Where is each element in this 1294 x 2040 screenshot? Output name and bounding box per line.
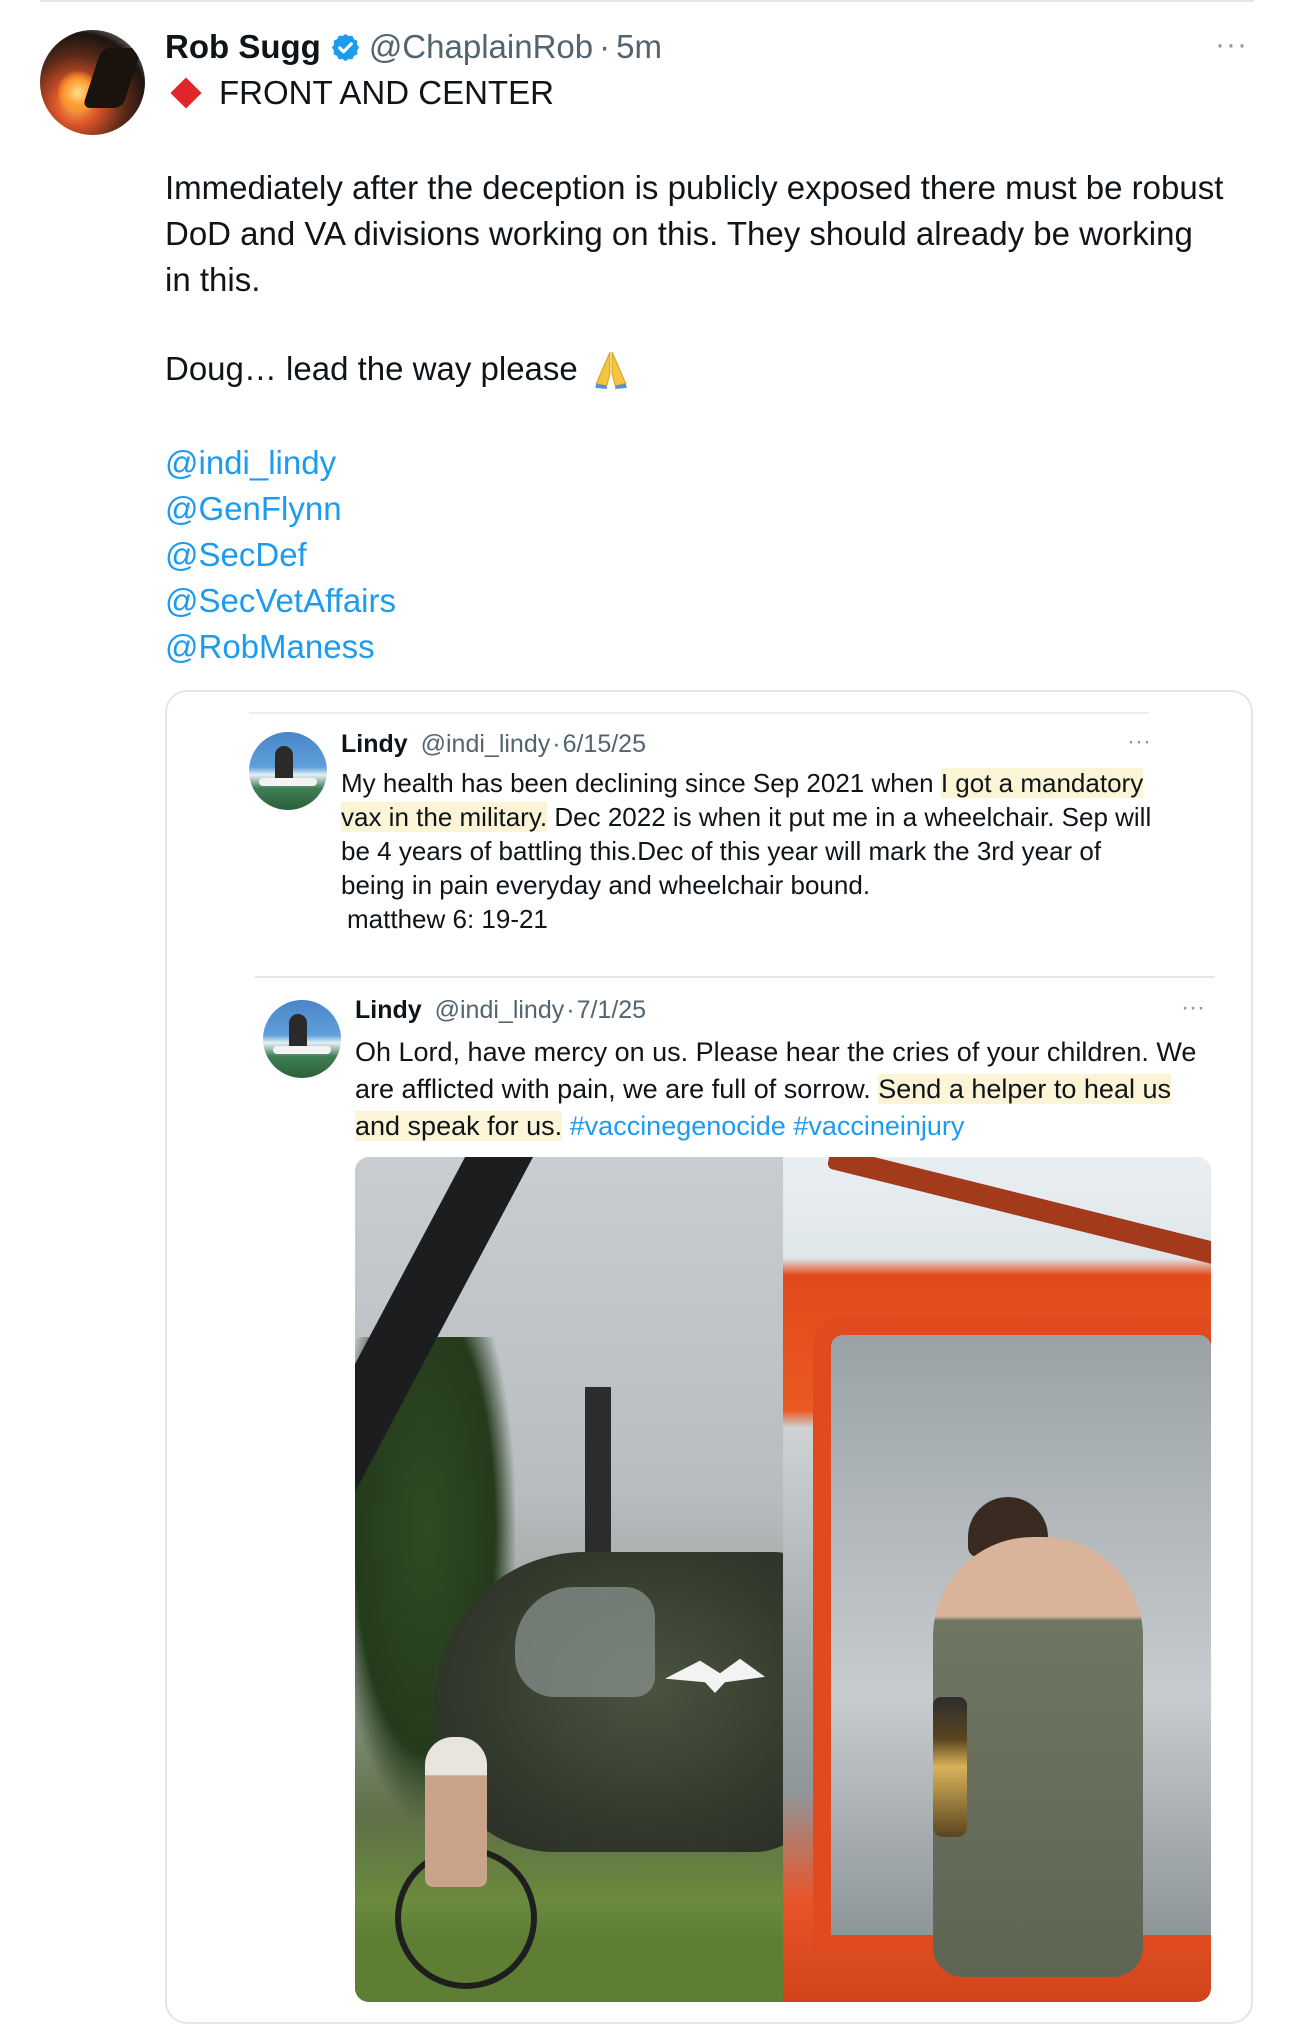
separator-dot: · [552, 730, 561, 758]
attached-photo-collage[interactable] [355, 1157, 1211, 2002]
avatar-figure [82, 48, 142, 108]
avatar-board [259, 778, 317, 786]
avatar-board [273, 1046, 331, 1054]
tweet-paragraph: Immediately after the deception is publi… [165, 169, 1224, 298]
verified-badge-icon [331, 33, 359, 61]
photo-pilot-helicopter[interactable] [783, 1157, 1211, 2002]
more-options-icon[interactable]: ··· [1215, 28, 1248, 62]
quoted-verse: matthew 6: 19-21 [347, 904, 548, 934]
banner-text: FRONT AND CENTER [219, 74, 554, 111]
mention-link[interactable]: @SecVetAffairs [165, 578, 396, 624]
quoted-header: Lindy @indi_lindy·7/1/25 [355, 996, 646, 1025]
quoted-author-avatar[interactable] [263, 1000, 341, 1078]
divider [40, 0, 1254, 2]
mention-link[interactable]: @indi_lindy [165, 440, 396, 486]
quoted-date[interactable]: 6/15/25 [563, 730, 646, 758]
folded-hands-icon [595, 351, 627, 389]
tweet-line: Doug… lead the way please [165, 348, 632, 390]
separator-dot: · [566, 996, 575, 1024]
hashtag-link[interactable]: #vaccineinjury [793, 1111, 964, 1141]
quoted-tweet-card[interactable]: Lindy @indi_lindy·6/15/25 ··· My health … [165, 690, 1253, 2024]
red-diamond-icon [170, 77, 202, 109]
author-name[interactable]: Rob Sugg [165, 28, 321, 66]
quoted-author-handle[interactable]: @indi_lindy [421, 730, 551, 758]
divider [255, 976, 1215, 978]
seated-woman [425, 1737, 487, 1887]
mention-link[interactable]: @SecDef [165, 532, 396, 578]
hashtag-link[interactable]: #vaccinegenocide [570, 1111, 786, 1141]
mention-link[interactable]: @RobManess [165, 624, 396, 670]
photo-helicopter-wheelchair[interactable] [355, 1157, 783, 2002]
separator-dot: · [599, 28, 611, 65]
quoted-text-part: My health has been declining since Sep 2… [341, 768, 941, 798]
tweet-body: Immediately after the deception is publi… [165, 165, 1225, 303]
banner-line: FRONT AND CENTER [165, 74, 554, 112]
divider [249, 712, 1149, 714]
tweet-header: Rob Sugg @ChaplainRob · 5m [165, 24, 662, 70]
quoted-date[interactable]: 7/1/25 [577, 996, 647, 1024]
more-options-icon[interactable]: ··· [1127, 728, 1151, 756]
mention-list: @indi_lindy @GenFlynn @SecDef @SecVetAff… [165, 440, 396, 670]
quoted-author-handle[interactable]: @indi_lindy [435, 996, 565, 1024]
author-avatar[interactable] [40, 30, 145, 135]
more-options-icon[interactable]: ··· [1181, 994, 1205, 1022]
rotor-blade [826, 1157, 1211, 1270]
tweet-time[interactable]: 5m [616, 28, 662, 66]
mention-link[interactable]: @GenFlynn [165, 486, 396, 532]
bottle [933, 1697, 967, 1837]
quoted-author-name[interactable]: Lindy [355, 996, 422, 1024]
helicopter-window [515, 1587, 655, 1697]
quoted-author-avatar[interactable] [249, 732, 327, 810]
quoted-text: My health has been declining since Sep 2… [341, 766, 1161, 936]
doug-line: Doug… lead the way please [165, 350, 578, 387]
quoted-author-name[interactable]: Lindy [341, 730, 408, 758]
author-handle[interactable]: @ChaplainRob [369, 28, 593, 66]
quoted-header: Lindy @indi_lindy·6/15/25 [341, 730, 646, 759]
quoted-text: Oh Lord, have mercy on us. Please hear t… [355, 1034, 1215, 1145]
